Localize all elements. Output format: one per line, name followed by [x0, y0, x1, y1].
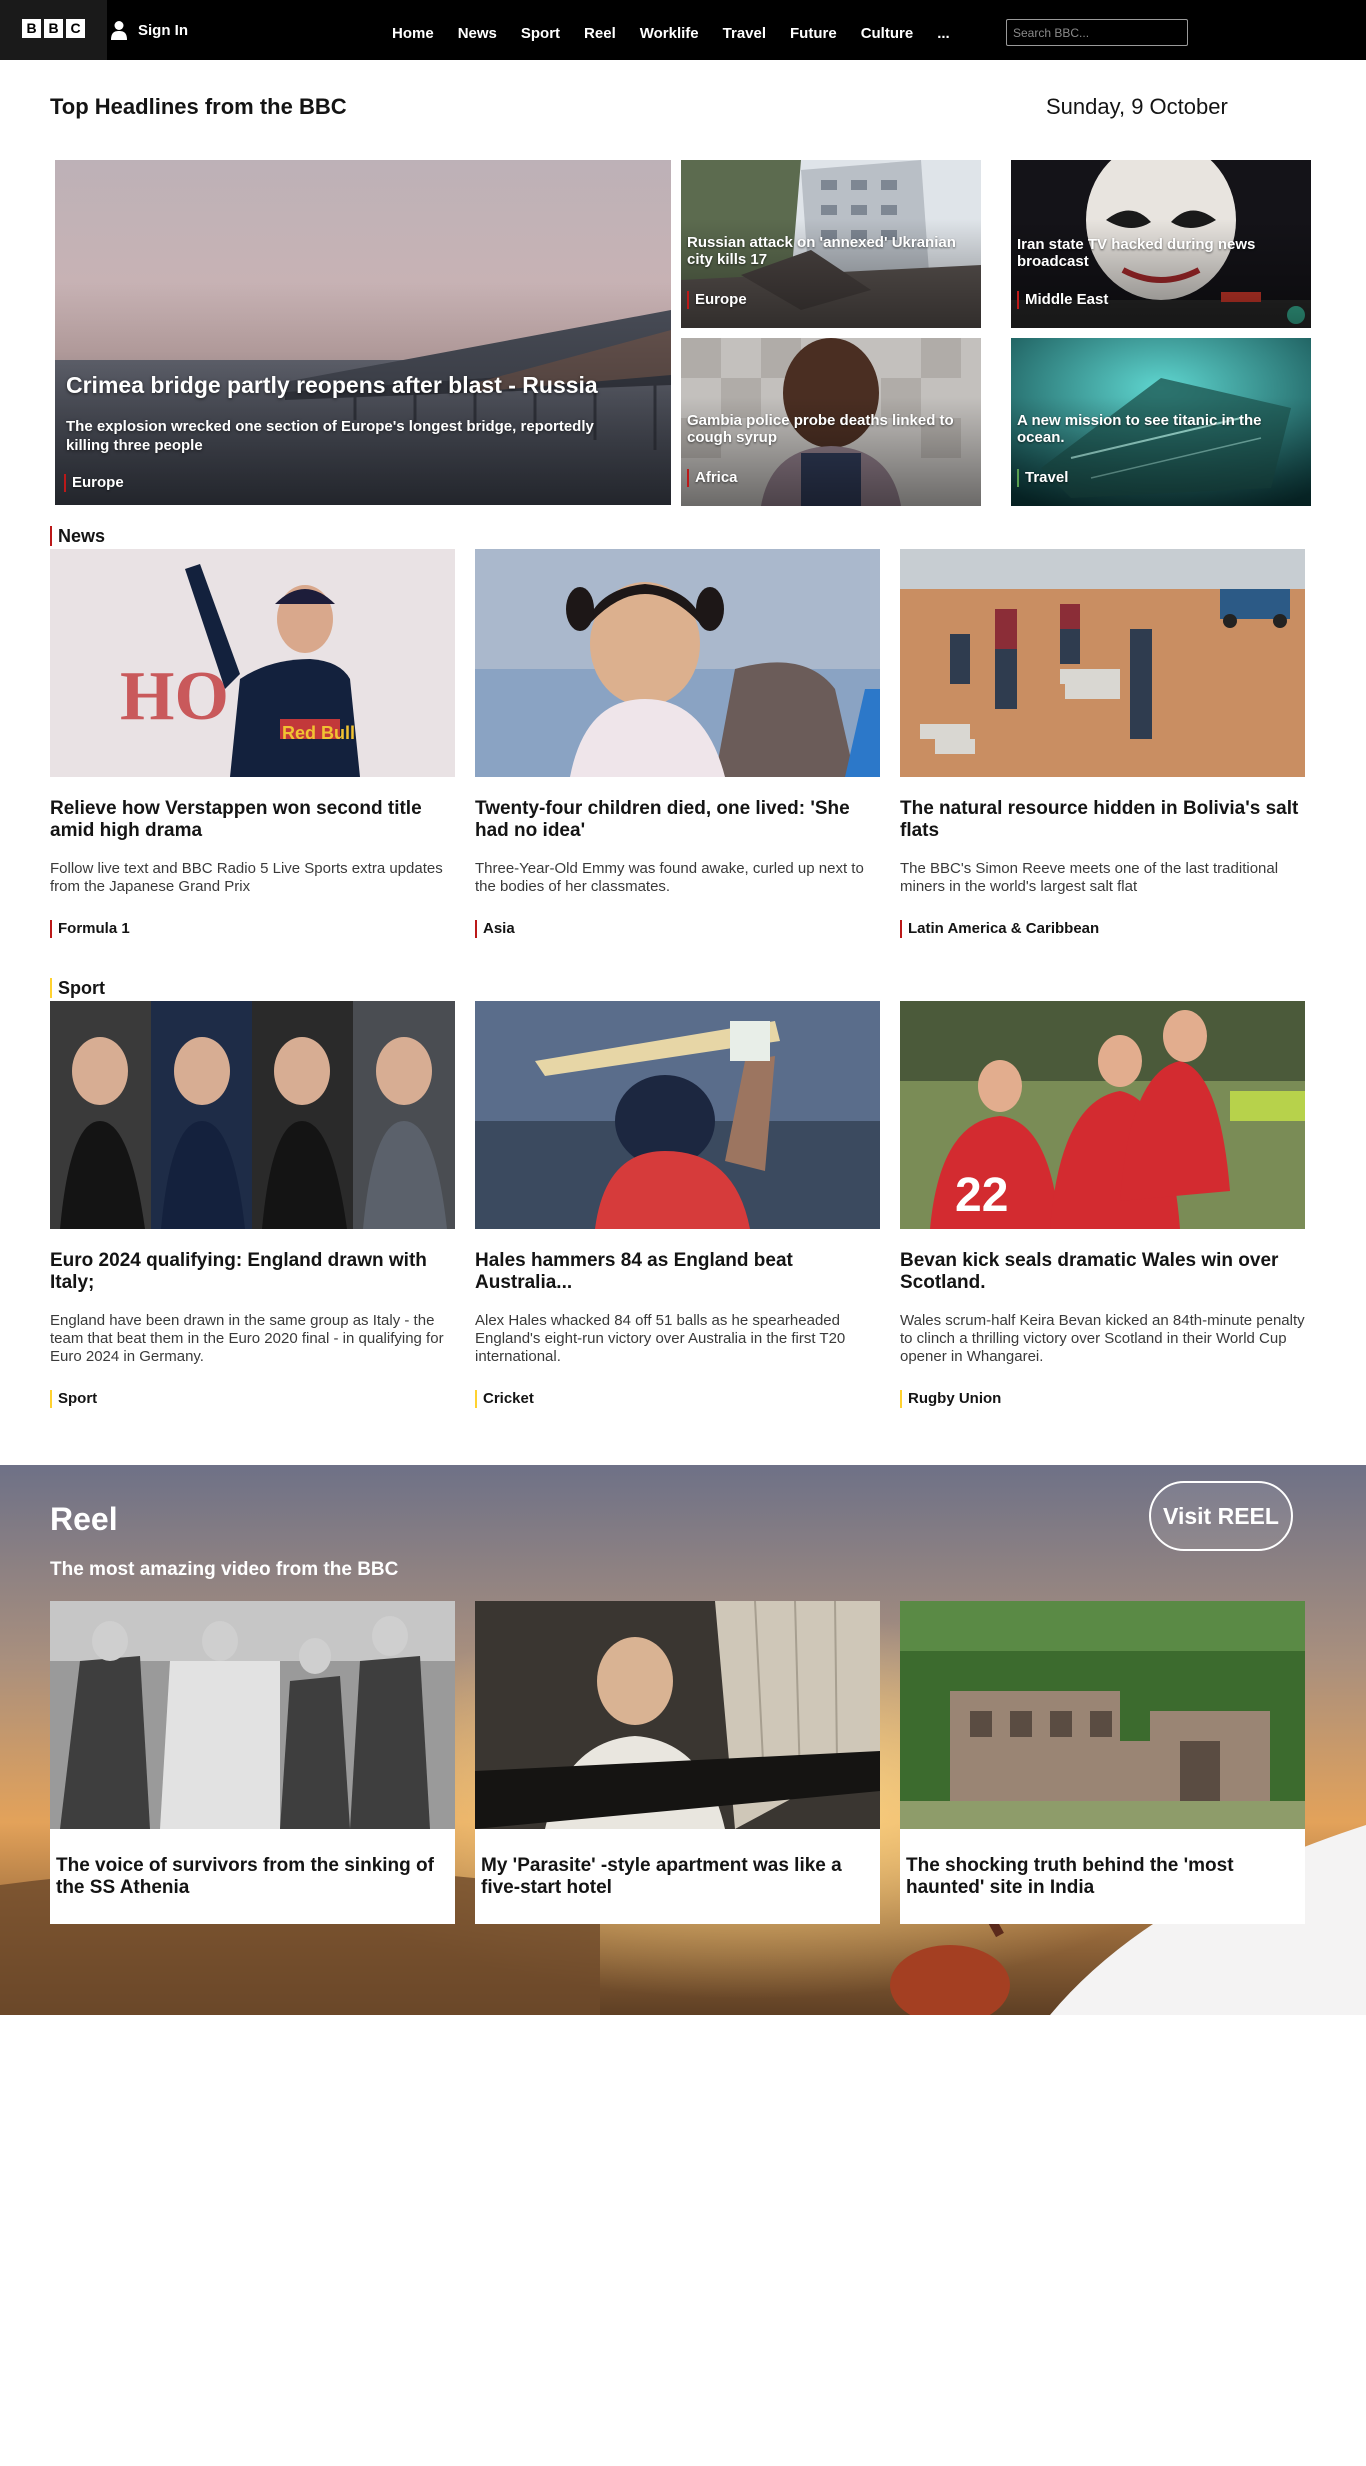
apartment-photo [475, 1601, 880, 1829]
athenia-survivors-photo [50, 1601, 455, 1829]
svg-text:22: 22 [955, 1169, 1008, 1222]
sport-card-image[interactable]: 22 [900, 1001, 1305, 1229]
reel-title: Reel [50, 1501, 118, 1537]
sport-card-tag[interactable]: Sport [50, 1390, 97, 1408]
news-card-tag[interactable]: Asia [475, 920, 515, 938]
nav-link-travel[interactable]: Travel [711, 25, 778, 42]
headline-tile-title[interactable]: Iran state TV hacked during news broadca… [1017, 236, 1305, 270]
sport-card-summary: Wales scrum-half Keira Bevan kicked an 8… [900, 1312, 1305, 1365]
nav-link-news[interactable]: News [446, 25, 509, 42]
signin-label: Sign In [138, 21, 188, 39]
nav-link-sport[interactable]: Sport [509, 25, 572, 42]
verstappen-photo: HO A Red Bull [50, 549, 455, 777]
headline-tile-tag[interactable]: Middle East [1017, 291, 1108, 309]
headline-tile-title[interactable]: Russian attack on 'annexed' Ukranian cit… [687, 234, 975, 268]
sport-card[interactable]: Euro 2024 qualifying: England drawn with… [50, 1001, 455, 1408]
page-date: Sunday, 9 October [1046, 94, 1228, 119]
headline-main-summary: The explosion wrecked one section of Eur… [66, 418, 594, 454]
nav-link-worklife[interactable]: Worklife [628, 25, 711, 42]
headline-main-title[interactable]: Crimea bridge partly reopens after blast… [66, 371, 660, 399]
sport-card-summary: England have been drawn in the same grou… [50, 1312, 444, 1365]
headline-tile-title[interactable]: A new mission to see titanic in the ocea… [1017, 412, 1305, 446]
managers-photo [50, 1001, 455, 1229]
cricketer-photo [475, 1001, 880, 1229]
headline-tile-tag[interactable]: Africa [687, 469, 738, 487]
nav-more-button[interactable]: ... [925, 25, 962, 42]
news-card-summary: The BBC's Simon Reeve meets one of the l… [900, 860, 1279, 895]
news-card-image[interactable]: HO A Red Bull [50, 549, 455, 777]
news-card-title[interactable]: Twenty-four children died, one lived: 'S… [475, 798, 880, 842]
signin-button[interactable]: Sign In [110, 0, 188, 60]
news-card[interactable]: HO A Red Bull Relieve how Verstappen won… [50, 549, 455, 938]
headline-tile-tag[interactable]: Europe [687, 291, 747, 309]
headline-tile-4[interactable]: A new mission to see titanic in the ocea… [1011, 338, 1311, 506]
sport-card-summary: Alex Hales whacked 84 off 51 balls as he… [475, 1312, 846, 1365]
girl-photo [475, 549, 880, 777]
logo-letter: B [22, 19, 41, 38]
nav-link-culture[interactable]: Culture [849, 25, 926, 42]
reel-card-title[interactable]: The shocking truth behind the 'most haun… [906, 1855, 1299, 1899]
news-card-title[interactable]: The natural resource hidden in Bolivia's… [900, 798, 1305, 842]
headline-main[interactable]: Crimea bridge partly reopens after blast… [55, 160, 671, 505]
reel-card-title[interactable]: My 'Parasite' -style apartment was like … [481, 1855, 874, 1899]
sport-card-tag[interactable]: Rugby Union [900, 1390, 1001, 1408]
reel-subtitle: The most amazing video from the BBC [50, 1559, 399, 1580]
headline-tile-title[interactable]: Gambia police probe deaths linked to cou… [687, 412, 975, 446]
svg-text:Red Bull: Red Bull [282, 723, 355, 743]
headline-tile-3[interactable]: Gambia police probe deaths linked to cou… [681, 338, 981, 506]
news-card-summary: Three-Year-Old Emmy was found awake, cur… [475, 860, 864, 895]
sport-card[interactable]: Hales hammers 84 as England beat Austral… [475, 1001, 880, 1408]
sport-card[interactable]: 22 Bevan kick seals dramatic Wales win o… [900, 1001, 1305, 1408]
bbc-logo[interactable]: B B C [0, 0, 107, 60]
reel-card-image[interactable] [900, 1601, 1305, 1829]
news-card[interactable]: Twenty-four children died, one lived: 'S… [475, 549, 880, 938]
nav-link-reel[interactable]: Reel [572, 25, 628, 42]
rugby-players-photo: 22 [900, 1001, 1305, 1229]
reel-card[interactable]: The shocking truth behind the 'most haun… [900, 1601, 1305, 1924]
news-card-tag[interactable]: Formula 1 [50, 920, 130, 938]
nav-link-home[interactable]: Home [380, 25, 446, 42]
logo-letter: B [44, 19, 63, 38]
reel-card[interactable]: The voice of survivors from the sinking … [50, 1601, 455, 1924]
headline-tile-1[interactable]: Russian attack on 'annexed' Ukranian cit… [681, 160, 981, 328]
page-title: Top Headlines from the BBC [50, 94, 347, 119]
reel-card[interactable]: My 'Parasite' -style apartment was like … [475, 1601, 880, 1924]
nav-links: Home News Sport Reel Worklife Travel Fut… [380, 0, 962, 66]
sport-card-title[interactable]: Bevan kick seals dramatic Wales win over… [900, 1250, 1305, 1294]
sport-card-tag[interactable]: Cricket [475, 1390, 534, 1408]
search-input[interactable] [1006, 19, 1188, 46]
bhangarh-fort-photo [900, 1601, 1305, 1829]
headline-main-tag[interactable]: Europe [64, 474, 124, 492]
sport-card-image[interactable] [475, 1001, 880, 1229]
top-nav: B B C Sign In Home News Sport Reel Workl… [0, 0, 1366, 60]
sport-card-image[interactable] [50, 1001, 455, 1229]
reel-card-image[interactable] [475, 1601, 880, 1829]
news-card[interactable]: The natural resource hidden in Bolivia's… [900, 549, 1305, 938]
news-card-tag[interactable]: Latin America & Caribbean [900, 920, 1099, 938]
sport-card-title[interactable]: Hales hammers 84 as England beat Austral… [475, 1250, 880, 1294]
sport-card-title[interactable]: Euro 2024 qualifying: England drawn with… [50, 1250, 455, 1294]
news-card-title[interactable]: Relieve how Verstappen won second title … [50, 798, 455, 842]
section-heading-sport[interactable]: Sport [50, 978, 105, 998]
logo-letter: C [66, 19, 85, 38]
headline-tile-2[interactable]: Iran state TV hacked during news broadca… [1011, 160, 1311, 328]
nav-link-future[interactable]: Future [778, 25, 849, 42]
bbc-logo-blocks[interactable]: B B C [22, 19, 85, 38]
reel-section: Reel The most amazing video from the BBC… [0, 1465, 1366, 2015]
news-card-image[interactable] [475, 549, 880, 777]
reel-card-image[interactable] [50, 1601, 455, 1829]
section-heading-news[interactable]: News [50, 526, 105, 546]
salt-flats-photo [900, 549, 1305, 777]
news-card-summary: Follow live text and BBC Radio 5 Live Sp… [50, 860, 443, 895]
user-icon [111, 21, 127, 40]
headline-tile-tag[interactable]: Travel [1017, 469, 1068, 487]
reel-card-title[interactable]: The voice of survivors from the sinking … [56, 1855, 449, 1899]
news-card-image[interactable] [900, 549, 1305, 777]
visit-reel-button[interactable]: Visit REEL [1149, 1481, 1293, 1551]
